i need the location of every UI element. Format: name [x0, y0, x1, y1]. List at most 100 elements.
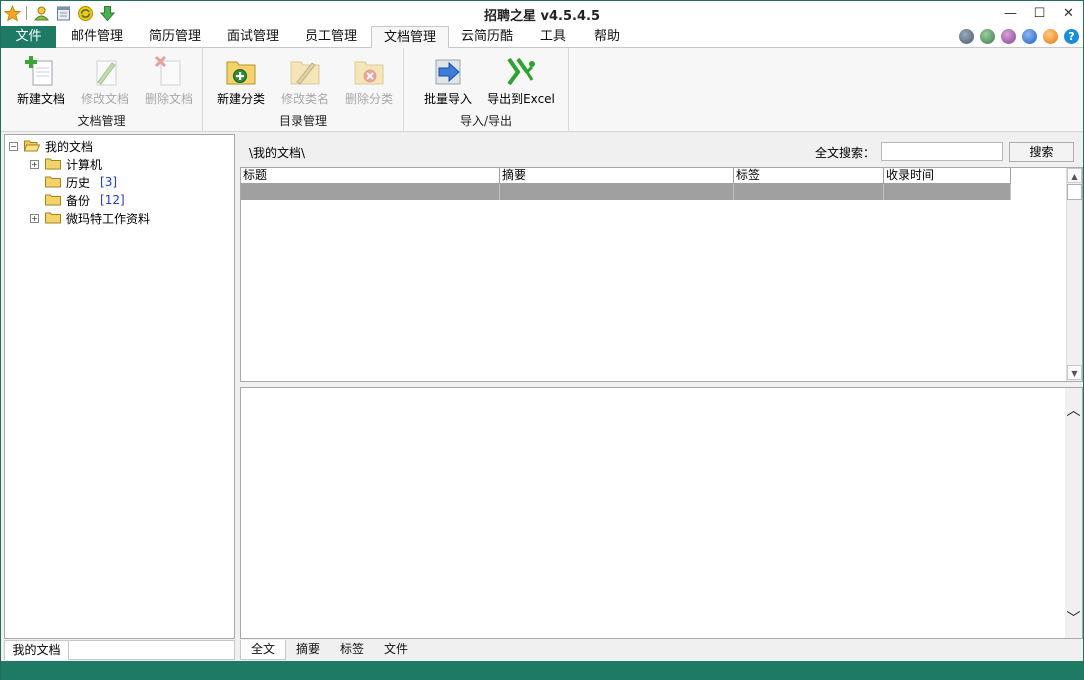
tree-count-history: [3]	[100, 175, 118, 189]
preview-scrollbar[interactable]: ︿ ﹀	[1065, 388, 1082, 638]
column-summary[interactable]: 摘要	[500, 168, 734, 184]
left-tab-strip: 我的文档	[4, 640, 235, 660]
edit-document-button[interactable]: 修改文档	[77, 54, 133, 107]
close-button[interactable]: ✕	[1054, 1, 1083, 26]
ribbon-group-catalog: 新建分类 修改类名 删除分类 目录管理	[203, 48, 404, 132]
rename-category-button[interactable]: 修改类名	[277, 54, 333, 107]
tab-documents[interactable]: 文档管理	[371, 26, 449, 49]
title-bar: 招聘之星 v4.5.4.5 — ☐ ✕	[1, 1, 1083, 26]
column-title[interactable]: 标题	[241, 168, 500, 184]
tab-my-documents[interactable]: 我的文档	[5, 641, 69, 660]
status-bar	[1, 661, 1083, 680]
table-cell	[884, 184, 1011, 200]
table-header: 标题 摘要 标签 收录时间	[241, 168, 1011, 184]
group-label-catalog: 目录管理	[278, 114, 327, 128]
table-cell	[241, 184, 500, 200]
tree-count-backup: [12]	[100, 193, 125, 207]
preview-tabs: 全文 摘要 标签 文件	[240, 640, 418, 660]
table-cell	[500, 184, 734, 200]
folder-icon	[45, 212, 61, 224]
tree-node-work-files[interactable]: + 微玛特工作资料	[30, 209, 150, 227]
calculator-icon[interactable]	[959, 29, 974, 44]
excel-export-icon	[504, 54, 538, 88]
rename-folder-icon	[288, 54, 322, 88]
group-label-documents: 文档管理	[77, 114, 126, 128]
delete-category-label: 删除分类	[344, 92, 393, 106]
tree-node-backup[interactable]: 备份 [12]	[45, 191, 125, 209]
tab-fulltext[interactable]: 全文	[240, 640, 287, 660]
new-document-label: 新建文档	[16, 92, 65, 106]
tab-files[interactable]: 文件	[374, 640, 418, 660]
tab-summary[interactable]: 摘要	[286, 640, 330, 660]
new-category-button[interactable]: 新建分类	[213, 54, 269, 107]
help-icon[interactable]: ?	[1064, 29, 1079, 44]
tree-label-root: 我的文档	[45, 139, 94, 154]
maximize-button[interactable]: ☐	[1025, 1, 1054, 26]
delete-document-icon	[152, 54, 186, 88]
current-path: \我的文档\	[249, 146, 306, 160]
table-scrollbar[interactable]: ▲ ▼	[1066, 168, 1082, 381]
tab-tools[interactable]: 工具	[529, 26, 577, 48]
batch-import-label: 批量导入	[423, 92, 472, 106]
rename-category-label: 修改类名	[280, 92, 329, 106]
ribbon-group-import-export: 批量导入 导出到Excel 导入/导出	[404, 48, 569, 132]
ribbon-group-documents: 新建文档 修改文档 删除文档 文档管理	[1, 48, 203, 132]
purple-theme-icon[interactable]	[1001, 29, 1016, 44]
green-theme-icon[interactable]	[980, 29, 995, 44]
tab-interview[interactable]: 面试管理	[217, 26, 289, 48]
column-tags[interactable]: 标签	[734, 168, 884, 184]
scroll-down-icon[interactable]: ▼	[1067, 365, 1082, 380]
tree-node-history[interactable]: 历史 [3]	[45, 173, 117, 191]
ribbon-tabs: 文件 邮件管理 简历管理 面试管理 员工管理 文档管理 云简历酷 工具 帮助 ?	[1, 26, 1083, 49]
search-button[interactable]: 搜索	[1009, 142, 1074, 162]
tree-node-computer[interactable]: + 计算机	[30, 155, 102, 173]
new-category-label: 新建分类	[216, 92, 265, 106]
column-date[interactable]: 收录时间	[884, 168, 1011, 184]
new-folder-icon	[224, 54, 258, 88]
tree-label-work-files: 微玛特工作资料	[66, 211, 151, 226]
theme-icons: ?	[959, 29, 1079, 44]
export-excel-label: 导出到Excel	[487, 92, 555, 106]
minimize-button[interactable]: —	[996, 1, 1025, 26]
chevron-up-icon[interactable]: ︿	[1065, 400, 1082, 420]
search-label: 全文搜索：	[815, 146, 876, 160]
scroll-up-icon[interactable]: ▲	[1067, 168, 1082, 183]
delete-folder-icon	[352, 54, 386, 88]
tab-resume[interactable]: 简历管理	[139, 26, 211, 48]
tree-label-history: 历史	[66, 175, 91, 190]
orange-theme-icon[interactable]	[1043, 29, 1058, 44]
app-window: 招聘之星 v4.5.4.5 — ☐ ✕ 文件 邮件管理 简历管理 面试管理 员工…	[0, 0, 1084, 680]
tab-staff[interactable]: 员工管理	[295, 26, 367, 48]
delete-category-button[interactable]: 删除分类	[341, 54, 397, 107]
batch-import-button[interactable]: 批量导入	[418, 54, 478, 107]
document-preview[interactable]: ︿ ﹀	[240, 387, 1083, 639]
chevron-down-icon[interactable]: ﹀	[1065, 608, 1082, 628]
new-document-icon	[24, 54, 58, 88]
edit-document-icon	[88, 54, 122, 88]
tab-help[interactable]: 帮助	[583, 26, 631, 48]
tab-tags[interactable]: 标签	[330, 640, 374, 660]
tree-label-computer: 计算机	[66, 157, 103, 172]
document-table: 标题 摘要 标签 收录时间 ▲ ▼	[240, 167, 1083, 382]
tab-file[interactable]: 文件	[1, 26, 56, 48]
delete-document-label: 删除文档	[144, 92, 193, 106]
table-row[interactable]	[241, 184, 1011, 200]
open-folder-icon	[23, 140, 41, 152]
folder-icon	[45, 194, 61, 206]
export-excel-button[interactable]: 导出到Excel	[486, 54, 556, 107]
new-document-button[interactable]: 新建文档	[13, 54, 69, 107]
tab-cloud-resume[interactable]: 云简历酷	[451, 26, 523, 48]
search-input[interactable]	[881, 142, 1003, 161]
scroll-thumb[interactable]	[1067, 184, 1082, 200]
collapse-icon[interactable]: −	[9, 141, 18, 151]
edit-document-label: 修改文档	[80, 92, 129, 106]
tree-node-root[interactable]: − 我的文档	[9, 137, 93, 155]
tab-mail[interactable]: 邮件管理	[61, 26, 133, 48]
folder-icon	[45, 176, 61, 188]
expand-icon[interactable]: +	[30, 213, 39, 223]
document-tree: − 我的文档 + 计算机 历史 [3] 备份 [12] + 微玛特工作资料	[4, 134, 235, 639]
delete-document-button[interactable]: 删除文档	[141, 54, 197, 107]
expand-icon[interactable]: +	[30, 159, 39, 169]
blue-theme-icon[interactable]	[1022, 29, 1037, 44]
window-title: 招聘之星 v4.5.4.5	[484, 9, 600, 24]
